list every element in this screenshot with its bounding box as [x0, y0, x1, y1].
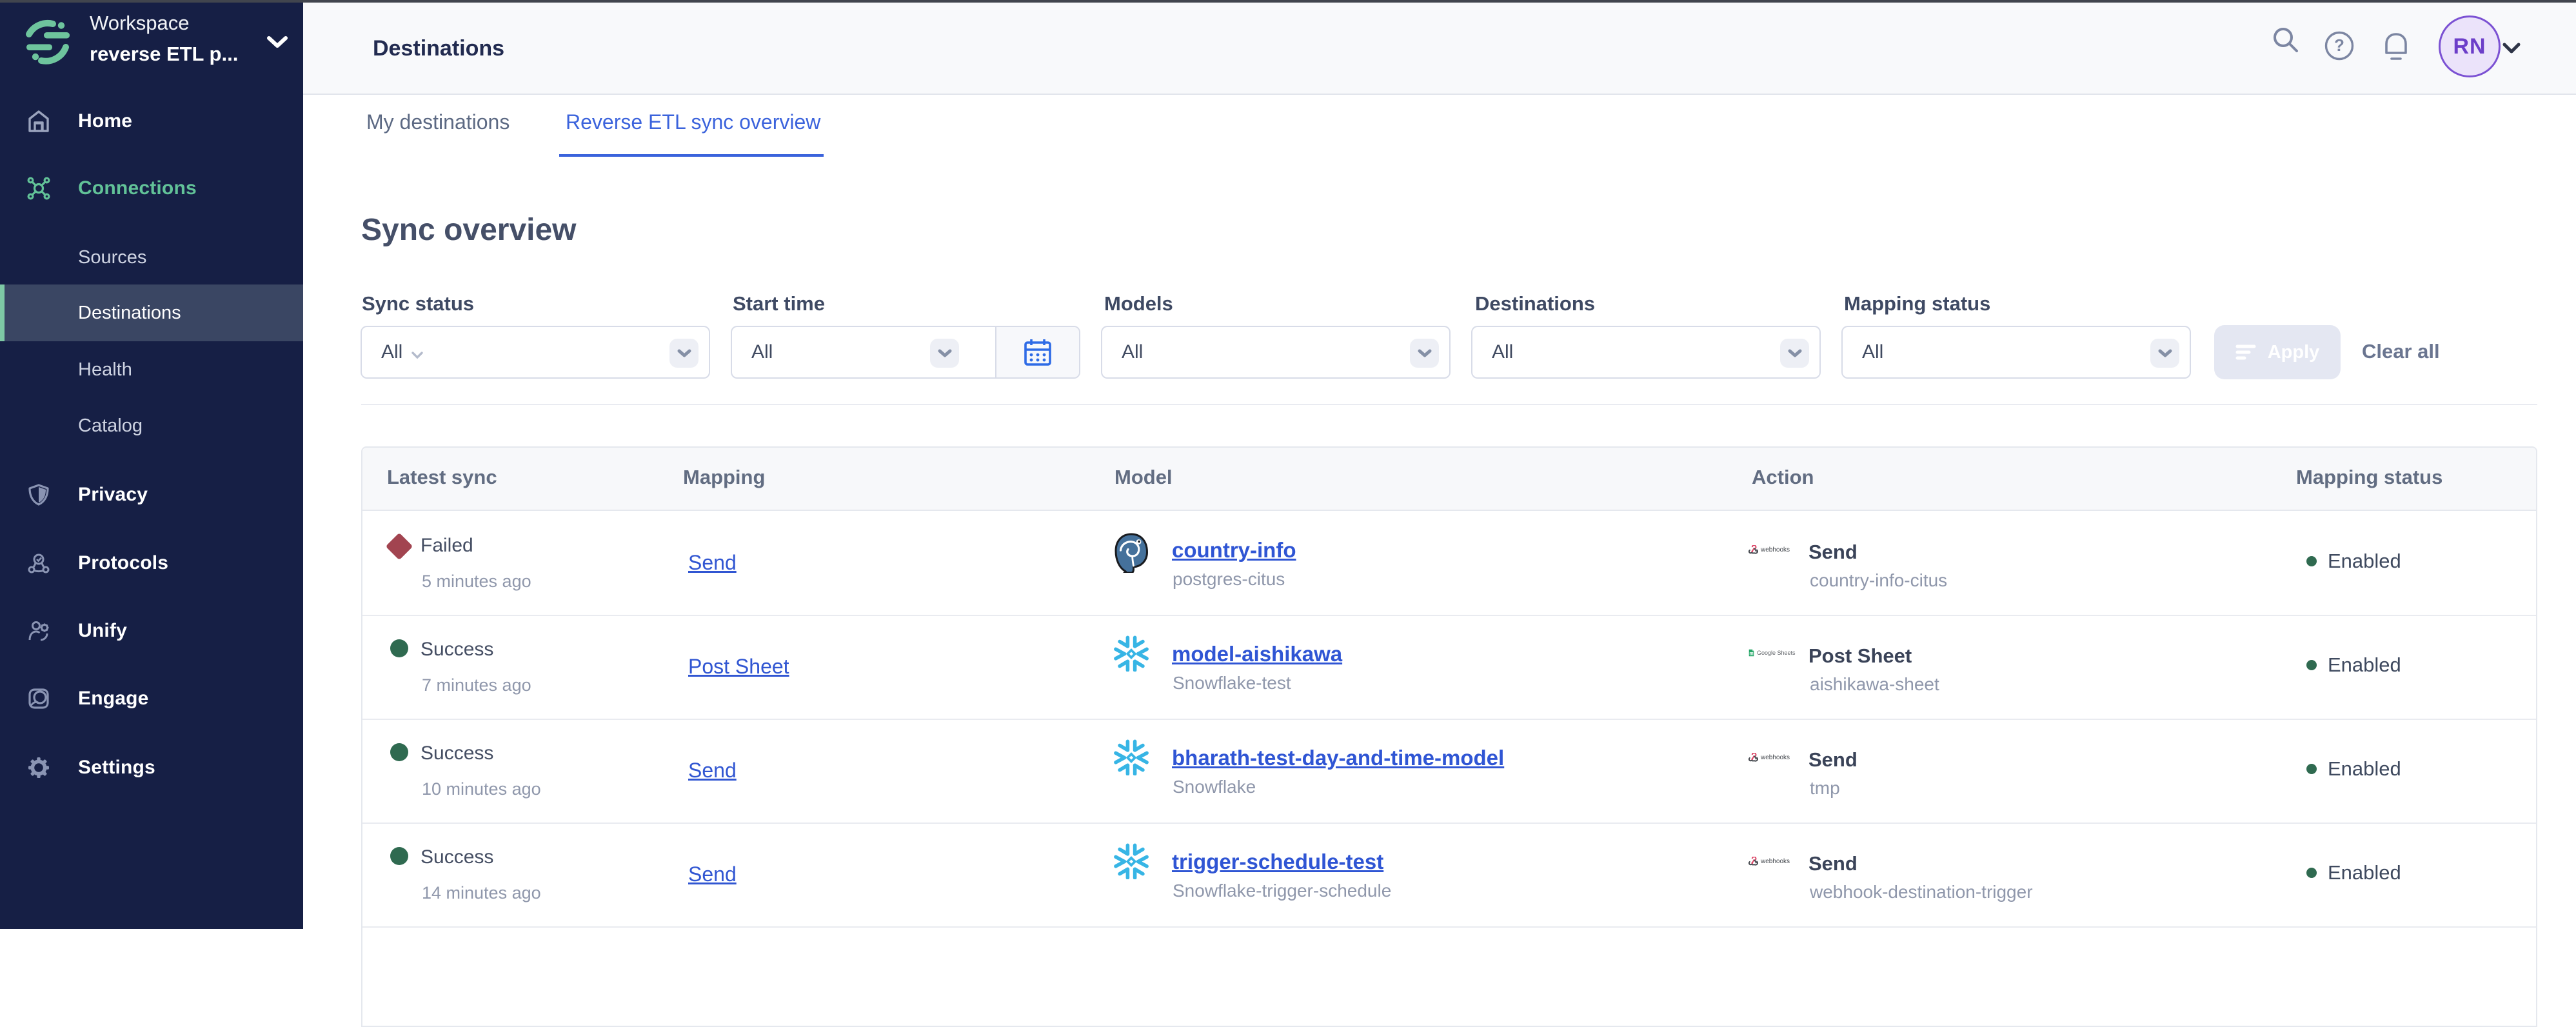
svg-text:?: ?: [2334, 35, 2344, 55]
